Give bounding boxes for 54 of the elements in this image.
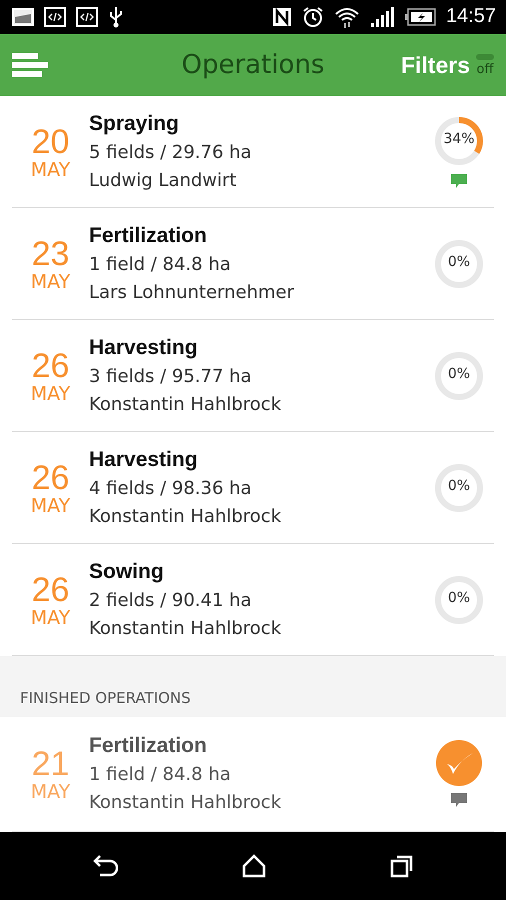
operation-summary: 1 field / 84.8 ha (89, 763, 232, 788)
date-month: MAY (30, 782, 70, 802)
date-day: 26 (32, 348, 70, 384)
progress-ring (433, 114, 485, 167)
menu-icon[interactable] (12, 53, 48, 78)
operation-person: Ludwig Landwirt (89, 168, 238, 193)
date-day: 20 (32, 124, 70, 160)
comment-icon[interactable] (450, 172, 468, 189)
operation-title: Harvesting (89, 446, 199, 473)
home-icon[interactable] (242, 854, 266, 878)
clock: 14:57 (446, 5, 496, 28)
date-month: MAY (30, 272, 70, 292)
operation-person: Lars Lohnunternehmer (89, 280, 296, 305)
operation-title: Fertilization (89, 222, 208, 249)
date-day: 26 (32, 572, 70, 608)
operation-title: Spraying (89, 110, 180, 137)
operation-person: Konstantin Hahlbrock (89, 504, 282, 529)
progress-reading: 0% (448, 254, 470, 270)
operation-title: Fertilization (89, 733, 208, 760)
date-day: 26 (32, 460, 70, 496)
section-header: FINISHED OPERATIONS (20, 689, 191, 708)
operation-person: Konstantin Hahlbrock (89, 616, 282, 641)
date-month: MAY (30, 608, 70, 628)
operation-title: Sowing (89, 558, 165, 585)
alarm-icon (302, 6, 324, 28)
battery-icon (404, 8, 436, 26)
code-icon (76, 6, 98, 27)
operation-summary: 4 fields / 98.36 ha (89, 476, 253, 501)
operation-summary: 3 fields / 95.77 ha (89, 364, 253, 389)
progress-reading: 0% (448, 366, 470, 382)
operation-title: Harvesting (89, 334, 199, 361)
progress-reading: 34% (443, 130, 475, 147)
operation-summary: 2 fields / 90.41 ha (89, 588, 253, 613)
screen-title: Operations (182, 50, 324, 80)
code-icon (44, 6, 66, 27)
recent-apps-icon[interactable] (390, 854, 414, 878)
operation-person: Konstantin Hahlbrock (89, 392, 282, 417)
date-day: 23 (32, 236, 70, 272)
comment-icon[interactable] (450, 792, 468, 808)
progress-reading: 0% (448, 590, 470, 606)
date-day: 21 (32, 746, 70, 782)
back-icon[interactable] (92, 854, 118, 878)
nfc-icon (272, 6, 292, 27)
date-month: MAY (30, 496, 70, 516)
check-icon (436, 740, 482, 786)
date-month: MAY (30, 160, 70, 180)
usb-icon (108, 6, 124, 28)
date-month: MAY (30, 384, 70, 404)
operation-summary: 1 field / 84.8 ha (89, 252, 232, 277)
operation-summary: 5 fields / 29.76 ha (89, 140, 253, 165)
wifi-icon (334, 6, 360, 28)
progress-reading: 0% (448, 478, 470, 494)
signal-icon (370, 6, 394, 27)
operation-person: Konstantin Hahlbrock (89, 791, 282, 816)
